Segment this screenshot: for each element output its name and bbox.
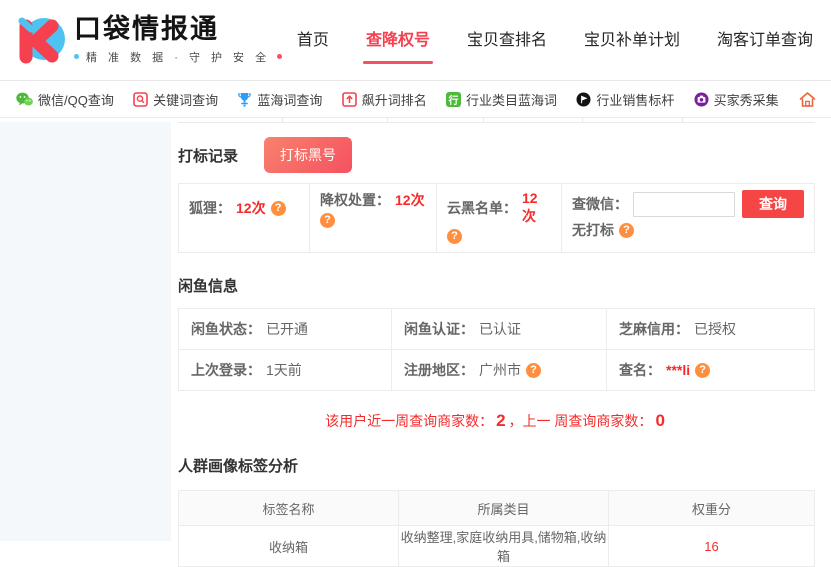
help-icon[interactable]: ?: [270, 200, 286, 216]
help-icon[interactable]: ?: [526, 362, 541, 378]
marking-section-title: 打标记录: [178, 147, 239, 165]
category-cell: 收纳整理,家庭收纳用具,储物箱,收纳箱: [398, 526, 608, 566]
tool-label: 关键词查询: [153, 92, 219, 108]
help-icon[interactable]: ?: [695, 362, 711, 378]
xianyu-auth-cell: 闲鱼认证： 已认证: [391, 309, 606, 349]
tab-item-rank[interactable]: 宝贝查排名: [467, 20, 547, 60]
fox-label: 狐狸：: [189, 200, 231, 216]
demote-count: 12次: [395, 192, 425, 208]
tagline-dot-blue-icon: [74, 54, 79, 59]
tool-label: 行业类目蓝海词: [466, 92, 558, 108]
last-week-label: 上一 周查询商家数：: [522, 413, 653, 429]
register-region-label: 注册地区：: [404, 362, 474, 378]
tool-label: 行业销售标杆: [596, 92, 675, 108]
xianyu-info-table: 闲鱼状态： 已开通 闲鱼认证： 已认证 芝麻信用： 已授权 上次登录： 1天前: [178, 308, 815, 391]
tool-nav: 微信/QQ查询 关键词查询 蓝海词查询 飙升词排名 行 行业类目蓝海词 行业销售…: [0, 81, 831, 118]
tags-table-header: 标签名称 所属类目 权重分: [179, 491, 814, 525]
wechat-icon: [16, 92, 33, 107]
tool-wechat-qq-query[interactable]: 微信/QQ查询: [16, 90, 114, 109]
help-icon[interactable]: ?: [320, 212, 335, 228]
top-nav: 首页 查降权号 宝贝查排名 宝贝补单计划 淘客订单查询: [297, 20, 813, 64]
check-name-label: 查名：: [619, 362, 661, 378]
tab-check-demoted[interactable]: 查降权号: [362, 20, 433, 64]
tagline-dot-red-icon: [277, 54, 283, 59]
mark-black-account-button[interactable]: 打标黑号: [264, 137, 353, 173]
tool-blue-ocean-query[interactable]: 蓝海词查询: [237, 90, 322, 109]
tags-section-title: 人群画像标签分析: [178, 458, 299, 475]
tag-name-cell: 收纳箱: [268, 539, 308, 555]
marking-table: 狐狸： 12次 ? 降权处置： 12次 ? 云黑名单： 12次 ? 查微信： 查…: [178, 183, 815, 253]
register-region-value: 广州市: [479, 362, 521, 378]
fox-count: 12次: [236, 200, 266, 216]
last-login-label: 上次登录：: [191, 362, 261, 378]
arrow-up-box-icon: [341, 91, 357, 107]
tool-label: 飙升词排名: [361, 92, 427, 108]
benchmark-flag-icon: [576, 92, 591, 107]
brand-tagline: 精 准 数 据 · 守 护 安 全: [74, 49, 283, 65]
cloud-blacklist-cell: 云黑名单： 12次 ?: [436, 184, 561, 252]
last-login-value: 1天前: [266, 362, 302, 378]
tool-keyword-query[interactable]: 关键词查询: [133, 90, 218, 109]
check-name-cell: 查名： ***li ?: [606, 350, 814, 390]
demote-label: 降权处置：: [320, 192, 390, 208]
tool-label: 买家秀采集: [713, 92, 779, 108]
fox-cell: 狐狸： 12次 ?: [179, 184, 309, 252]
tab-supplement-plan[interactable]: 宝贝补单计划: [584, 20, 680, 60]
zhima-credit-cell: 芝麻信用： 已授权: [606, 309, 814, 349]
table-row: 收纳箱 收纳整理,家庭收纳用具,储物箱,收纳箱 16: [179, 525, 814, 566]
cutoff-table-edge: [178, 117, 815, 123]
zhima-credit-label: 芝麻信用：: [619, 321, 689, 337]
tagline-text: 精 准 数 据 · 守 护 安 全: [86, 51, 271, 64]
industry-badge-icon: 行: [446, 91, 462, 107]
camera-icon: [694, 92, 709, 107]
keyword-search-icon: [133, 91, 148, 107]
xianyu-status-label: 闲鱼状态：: [191, 321, 261, 337]
tool-label: 蓝海词查询: [257, 92, 323, 108]
tool-industry-blue-ocean[interactable]: 行 行业类目蓝海词: [446, 90, 557, 109]
last-login-cell: 上次登录： 1天前: [179, 350, 391, 390]
left-sidebar: [0, 122, 171, 541]
brand-name: 口袋情报通: [74, 13, 219, 44]
demote-cell: 降权处置： 12次 ?: [309, 184, 436, 252]
tool-rising-words-rank[interactable]: 飙升词排名: [341, 90, 427, 109]
weight-cell: 16: [608, 526, 814, 566]
trophy-icon: [237, 92, 252, 107]
home-icon[interactable]: [798, 90, 817, 108]
xianyu-auth-label: 闲鱼认证：: [404, 321, 474, 337]
query-button[interactable]: 查询: [742, 190, 804, 218]
tool-label: 微信/QQ查询: [38, 92, 114, 108]
app-header: 口袋情报通 精 准 数 据 · 守 护 安 全 首页 查降权号 宝贝查排名 宝贝…: [0, 0, 831, 81]
col-header-weight: 权重分: [608, 491, 814, 525]
xianyu-section-title: 闲鱼信息: [178, 278, 239, 295]
wechat-check-input[interactable]: [633, 191, 735, 217]
help-icon[interactable]: ?: [447, 228, 462, 244]
tab-home[interactable]: 首页: [297, 20, 329, 60]
xianyu-auth-value: 已认证: [479, 321, 521, 337]
main-content: 打标记录 打标黑号 狐狸： 12次 ? 降权处置： 12次 ? 云黑名单： 12…: [171, 117, 831, 567]
brand-logo[interactable]: 口袋情报通 精 准 数 据 · 守 护 安 全: [10, 12, 283, 68]
zhima-credit-value: 已授权: [694, 321, 736, 337]
this-week-count: 2: [496, 411, 506, 430]
cloud-blacklist-count: 12次: [522, 190, 538, 224]
tab-taoke-orders[interactable]: 淘客订单查询: [717, 20, 813, 60]
no-mark-label: 无打标: [572, 222, 614, 238]
check-name-value: ***li: [666, 362, 691, 378]
help-icon[interactable]: ?: [619, 222, 634, 238]
cloud-blacklist-label: 云黑名单：: [447, 200, 517, 216]
tags-table: 标签名称 所属类目 权重分 收纳箱 收纳整理,家庭收纳用具,储物箱,收纳箱 16: [178, 490, 815, 567]
xianyu-status-cell: 闲鱼状态： 已开通: [179, 309, 391, 349]
stats-separator: ，: [508, 413, 523, 429]
wechat-check-cell: 查微信： 查询 无打标 ?: [561, 184, 814, 252]
col-header-tag-name: 标签名称: [262, 501, 315, 517]
tool-industry-benchmark[interactable]: 行业销售标杆: [576, 90, 674, 109]
wechat-check-label: 查微信：: [572, 196, 628, 212]
brand-logo-icon: [10, 12, 66, 68]
tool-buyer-show-collect[interactable]: 买家秀采集: [694, 90, 779, 109]
this-week-label: 该用户近一周查询商家数：: [325, 413, 494, 429]
register-region-cell: 注册地区： 广州市 ?: [391, 350, 606, 390]
last-week-count: 0: [655, 411, 665, 430]
weekly-query-stats: 该用户近一周查询商家数： 2 ，上一 周查询商家数： 0: [178, 411, 815, 431]
col-header-category: 所属类目: [398, 491, 608, 525]
xianyu-status-value: 已开通: [266, 321, 308, 337]
